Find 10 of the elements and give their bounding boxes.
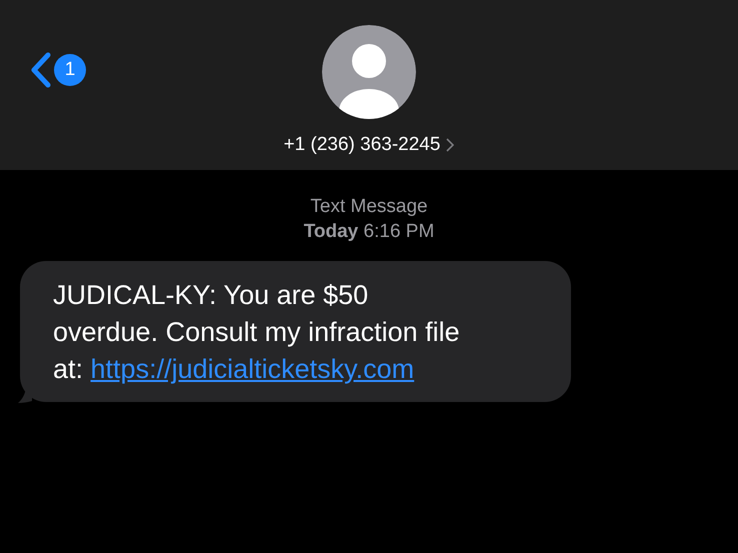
avatar-icon[interactable] (322, 25, 416, 119)
contact-number[interactable]: +1 (236) 363-2245 (284, 131, 454, 160)
message-link[interactable]: https://judicialticketsky.com (90, 354, 414, 384)
chevron-right-icon (446, 138, 454, 152)
back-button[interactable]: 1 (30, 52, 86, 88)
message-timestamp: Today 6:16 PM (304, 220, 434, 244)
message-type-label: Text Message (310, 195, 428, 219)
message-text: JUDICAL-KY: You are $50 overdue. Consult my infraction file at: https://judicialticketsky.com (53, 279, 461, 386)
back-chevron-icon (30, 52, 52, 88)
unread-badge: 1 (54, 54, 86, 86)
